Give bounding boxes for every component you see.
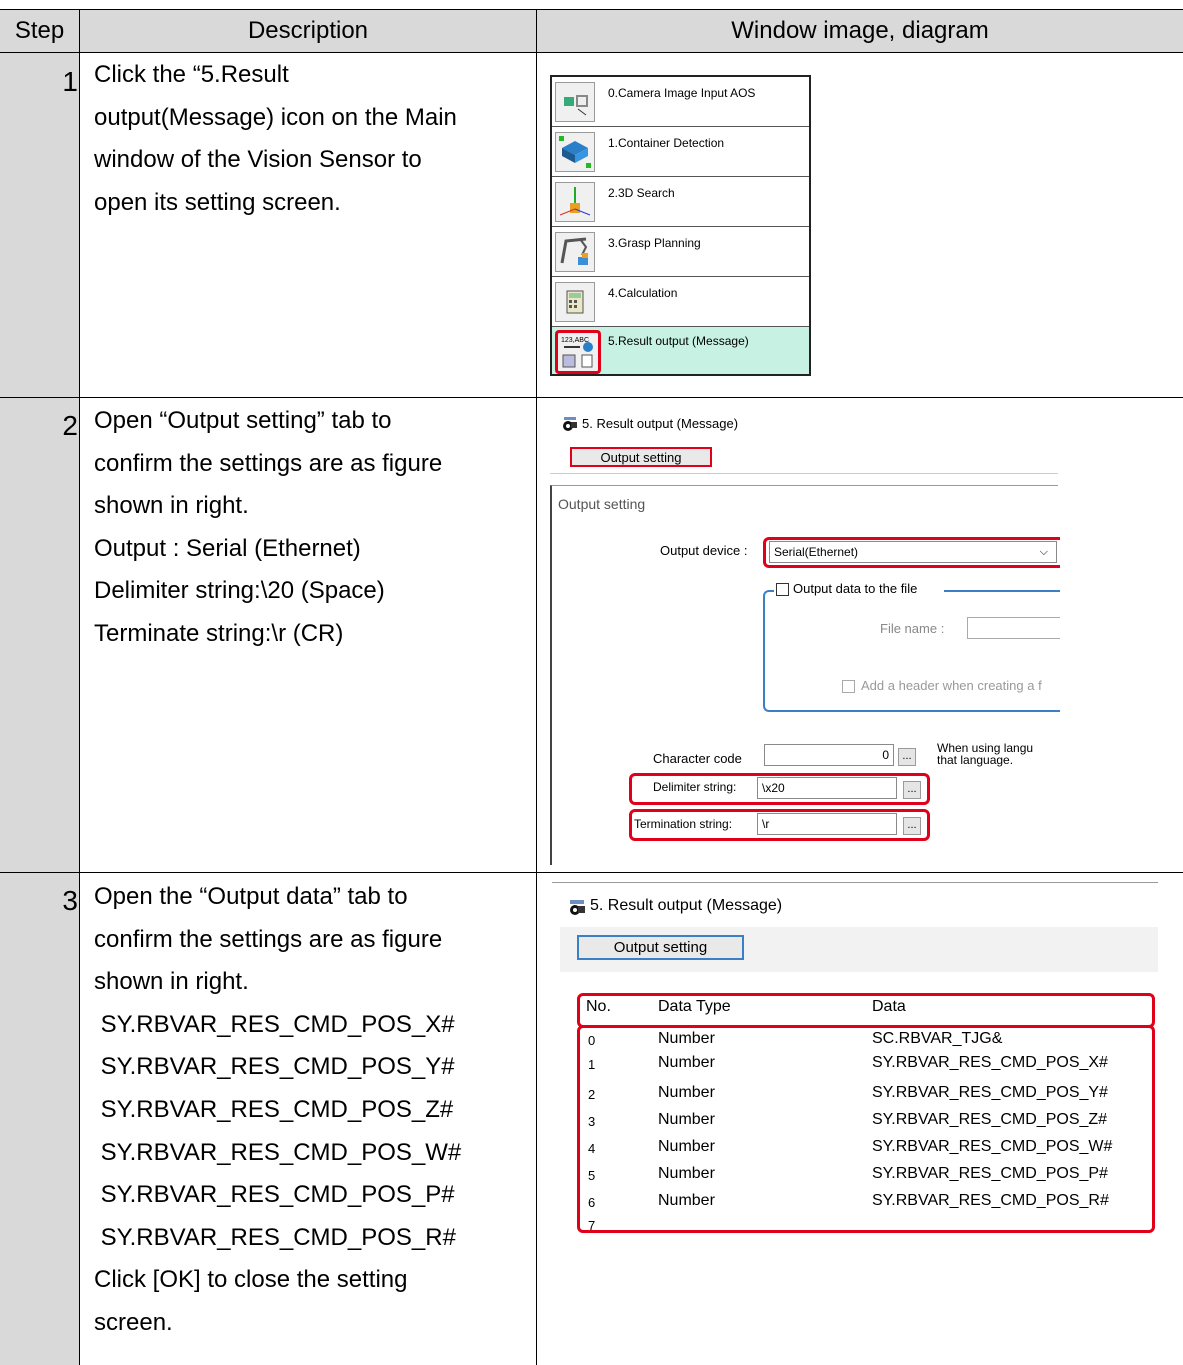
icon-text: 123,ABC xyxy=(561,337,589,344)
tool-label: 0.Camera Image Input AOS xyxy=(608,86,756,100)
desc-line: Open “Output setting” tab to xyxy=(94,407,392,434)
group-title: Output setting xyxy=(558,496,646,512)
step1-description: Click the “5.Result output(Message) icon… xyxy=(94,54,534,224)
row0-highlight xyxy=(577,993,1155,1028)
grasp-planning-icon xyxy=(555,232,595,272)
file-name-label: File name : xyxy=(880,621,945,636)
output-to-file-checkbox[interactable] xyxy=(776,583,789,596)
tool-item-calculation[interactable]: 4.Calculation xyxy=(552,277,809,327)
termination-value: \r xyxy=(762,817,770,831)
delimiter-label: Delimiter string: xyxy=(653,780,737,794)
desc-line: SY.RBVAR_RES_CMD_POS_X# xyxy=(94,1010,455,1038)
table-border-top xyxy=(0,9,1183,10)
result-output-icon: 123,ABC xyxy=(555,330,601,374)
desc-line: Delimiter string:\20 (Space) xyxy=(94,577,385,605)
tool-label: 4.Calculation xyxy=(608,286,678,300)
output-to-file-label: Output data to the file xyxy=(793,581,918,596)
desc-line: window of the Vision Sensor to xyxy=(94,146,422,174)
tool-item-grasp-planning[interactable]: 3.Grasp Planning xyxy=(552,227,809,277)
header-description: Description xyxy=(80,10,536,52)
desc-line: confirm the settings are as figure xyxy=(94,449,443,477)
delimiter-value: \x20 xyxy=(762,781,785,795)
header-step-label: Step xyxy=(14,17,65,44)
output-device-value: Serial(Ethernet) xyxy=(774,545,859,559)
desc-line: Output : Serial (Ethernet) xyxy=(94,534,361,562)
step-number: 2 xyxy=(62,410,78,441)
chevron-down-icon: ⌵ xyxy=(1039,546,1048,558)
desc-line: Terminate string:\r (CR) xyxy=(94,619,344,647)
step-number: 1 xyxy=(62,66,78,97)
char-code-note-line2: that language. xyxy=(937,753,1014,767)
char-code-label: Character code xyxy=(653,751,742,766)
header-window: Window image, diagram xyxy=(537,10,1183,52)
step2-description: Open “Output setting” tab to confirm the… xyxy=(94,400,534,656)
desc-line: shown in right. xyxy=(94,492,249,520)
termination-input[interactable]: \r xyxy=(757,813,897,835)
tab-output-setting-label: Output setting xyxy=(600,449,682,465)
desc-line: confirm the settings are as figure xyxy=(94,925,443,953)
termination-browse-button[interactable]: ... xyxy=(903,817,921,835)
desc-line: SY.RBVAR_RES_CMD_POS_R# xyxy=(94,1223,456,1251)
table-border-col2 xyxy=(536,9,537,1365)
output-device-select[interactable]: Serial(Ethernet) ⌵ xyxy=(769,541,1057,563)
char-code-input[interactable]: 0 xyxy=(764,744,894,766)
desc-line: Click the “5.Result xyxy=(94,61,289,88)
file-name-input[interactable] xyxy=(967,617,1060,639)
char-code-value: 0 xyxy=(882,748,889,762)
tool-item-container-detection[interactable]: 1.Container Detection xyxy=(552,127,809,177)
tool-item-result-output[interactable]: 123,ABC 5.Result output (Message) xyxy=(552,327,809,374)
add-header-checkbox[interactable] xyxy=(842,680,855,693)
camera-input-icon xyxy=(555,82,595,122)
3d-search-icon xyxy=(555,182,595,222)
tool-label: 3.Grasp Planning xyxy=(608,236,701,250)
delimiter-input[interactable]: \x20 xyxy=(757,777,897,799)
termination-label: Termination string: xyxy=(634,817,733,831)
window-title: 5. Result output (Message) xyxy=(582,416,739,431)
table-border-row1 xyxy=(0,397,1183,398)
desc-line: Click [OK] to close the setting xyxy=(94,1266,408,1294)
tool-item-camera-input[interactable]: 0.Camera Image Input AOS xyxy=(552,77,809,127)
desc-line: open its setting screen. xyxy=(94,188,341,216)
add-header-label: Add a header when creating a f xyxy=(861,678,1042,693)
desc-line: SY.RBVAR_RES_CMD_POS_W# xyxy=(94,1138,462,1166)
step3-description: Open the “Output data” tab to confirm th… xyxy=(94,876,534,1345)
rows1to7-highlight-full xyxy=(577,1025,1155,1233)
window-app-icon xyxy=(562,417,578,431)
output-device-label: Output device : xyxy=(660,543,748,558)
container-detection-icon xyxy=(555,132,595,172)
tool-label: 1.Container Detection xyxy=(608,136,725,150)
desc-line: SY.RBVAR_RES_CMD_POS_Y# xyxy=(94,1053,455,1081)
tab-output-setting-label: Output setting xyxy=(613,939,708,956)
desc-line: output(Message) icon on the Main xyxy=(94,103,457,131)
window-title: 5. Result output (Message) xyxy=(590,897,783,914)
header-description-label: Description xyxy=(247,17,369,44)
step-column-bg xyxy=(0,52,79,1365)
table-border-row2 xyxy=(0,872,1183,873)
char-code-browse-button[interactable]: ... xyxy=(898,748,916,766)
file-output-frame xyxy=(763,590,1060,712)
header-window-label: Window image, diagram xyxy=(731,17,989,44)
table-border-col1 xyxy=(79,9,80,1365)
step2-titlebar: 5. Result output (Message) Output settin… xyxy=(550,403,1058,474)
desc-line: SY.RBVAR_RES_CMD_POS_Z# xyxy=(94,1095,454,1123)
tab-output-setting[interactable]: Output setting xyxy=(570,447,712,467)
tool-label: 2.3D Search xyxy=(608,186,675,200)
tool-list-panel: 0.Camera Image Input AOS 1.Container Det… xyxy=(550,75,811,376)
desc-line: shown in right. xyxy=(94,968,249,996)
calculator-icon xyxy=(555,282,595,322)
delimiter-browse-button[interactable]: ... xyxy=(903,781,921,799)
tab-output-setting[interactable]: Output setting xyxy=(577,935,744,960)
desc-line: Open the “Output data” tab to xyxy=(94,883,408,910)
window-app-icon xyxy=(568,900,586,916)
table-border-header xyxy=(0,52,1183,53)
tool-item-3d-search[interactable]: 2.3D Search xyxy=(552,177,809,227)
desc-line: screen. xyxy=(94,1308,173,1336)
output-setting-group: Output setting Output device : Serial(Et… xyxy=(550,485,1060,865)
step-number: 3 xyxy=(62,885,78,916)
tool-label: 5.Result output (Message) xyxy=(608,334,749,348)
header-step: Step xyxy=(0,10,79,52)
step2-window: 5. Result output (Message) Output settin… xyxy=(550,403,1060,865)
desc-line: SY.RBVAR_RES_CMD_POS_P# xyxy=(94,1181,455,1209)
